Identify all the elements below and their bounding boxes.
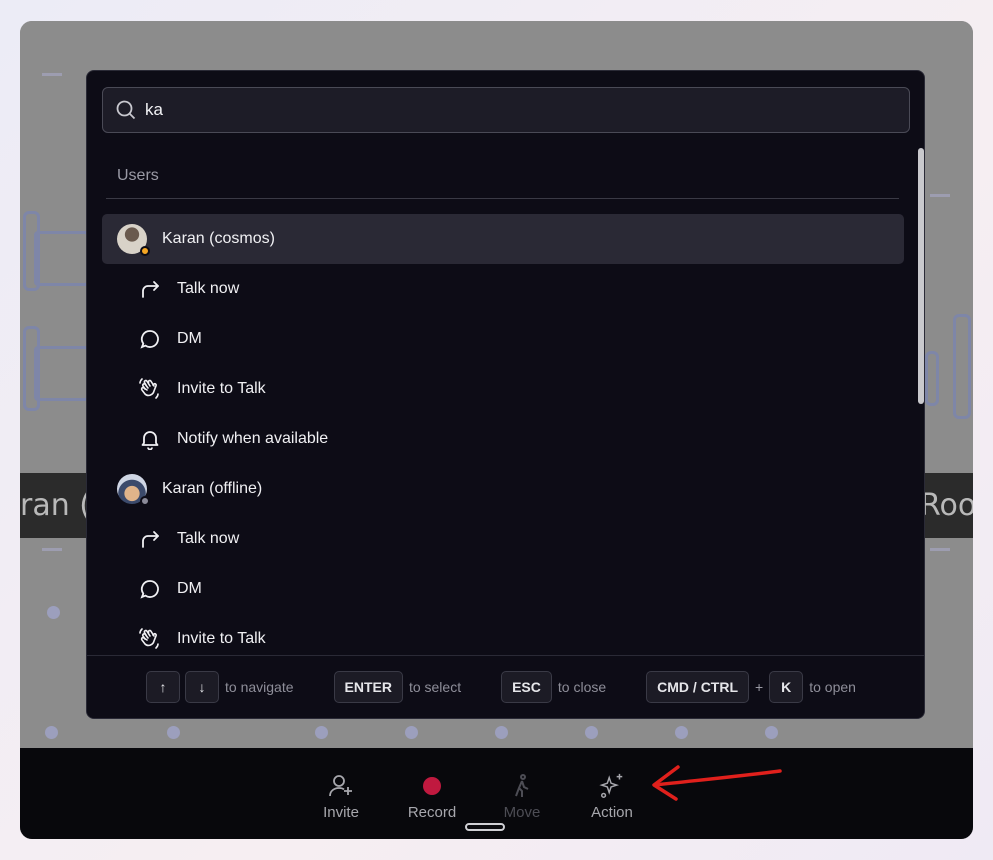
up-key: ↑ xyxy=(146,671,180,703)
wave-hand-icon xyxy=(139,378,159,399)
chair-shape xyxy=(34,346,89,401)
chat-bubble-icon xyxy=(140,580,159,599)
banner-text-left: ran (c xyxy=(20,488,90,523)
k-key: K xyxy=(769,671,804,703)
bottom-toolbar: Invite Record Move Action xyxy=(20,748,973,839)
record-button[interactable]: Record xyxy=(392,772,472,821)
keyboard-hints: ↑ ↓ to navigate ENTER to select ESC to c… xyxy=(87,655,924,718)
bell-icon xyxy=(141,431,159,450)
action-label: Action xyxy=(591,804,633,821)
record-label: Record xyxy=(407,804,457,821)
status-dot xyxy=(140,246,150,256)
action-label: DM xyxy=(177,330,202,347)
chair-shape xyxy=(953,314,971,419)
sparkles-icon xyxy=(599,773,623,798)
scrollbar[interactable] xyxy=(918,148,924,404)
drag-handle[interactable] xyxy=(465,823,505,831)
move-label: Move xyxy=(503,804,541,821)
user-result-karan-offline[interactable]: Karan (offline) xyxy=(102,464,904,514)
action-label: DM xyxy=(177,580,202,597)
hint-select: to select xyxy=(408,679,462,695)
avatar xyxy=(117,224,150,256)
add-user-icon xyxy=(329,775,352,797)
move-button[interactable]: Move xyxy=(482,772,562,821)
action-dm[interactable]: DM xyxy=(102,314,904,364)
banner-text-right: Roor xyxy=(920,488,973,523)
action-button[interactable]: Action xyxy=(572,772,652,821)
action-label: Talk now xyxy=(177,530,240,547)
background-room-banner: Roor xyxy=(920,473,973,538)
invite-button[interactable]: Invite xyxy=(301,772,381,821)
chat-bubble-icon xyxy=(140,330,159,349)
command-palette: Users Karan (cosmos) Talk now DM Invite … xyxy=(86,70,925,719)
action-talk-now[interactable]: Talk now xyxy=(102,514,904,564)
share-arrow-icon xyxy=(142,531,159,548)
action-label: Invite to Talk xyxy=(177,380,266,397)
esc-key: ESC xyxy=(501,671,552,703)
user-name: Karan (offline) xyxy=(162,480,263,497)
section-divider xyxy=(106,198,899,199)
action-label: Notify when available xyxy=(177,430,329,447)
down-key: ↓ xyxy=(185,671,219,703)
avatar xyxy=(117,474,150,506)
enter-key: ENTER xyxy=(333,671,403,703)
section-label-users: Users xyxy=(117,167,159,184)
action-dm[interactable]: DM xyxy=(102,564,904,614)
action-notify-when-available[interactable]: Notify when available xyxy=(102,414,904,464)
plus-sign: + xyxy=(755,679,764,695)
status-dot xyxy=(140,496,150,506)
background-name-banner: ran (c xyxy=(20,473,90,538)
action-label: Invite to Talk xyxy=(177,630,266,647)
action-talk-now[interactable]: Talk now xyxy=(102,264,904,314)
search-box[interactable] xyxy=(102,87,910,133)
record-icon xyxy=(423,777,441,795)
wave-hand-icon xyxy=(139,628,159,649)
search-icon xyxy=(116,100,136,120)
chair-shape xyxy=(925,351,939,406)
cmd-ctrl-key: CMD / CTRL xyxy=(646,671,750,703)
user-result-karan-cosmos[interactable]: Karan (cosmos) xyxy=(102,214,904,264)
user-name: Karan (cosmos) xyxy=(162,230,275,247)
chair-shape xyxy=(34,231,89,286)
action-invite-to-talk[interactable]: Invite to Talk xyxy=(102,364,904,414)
hint-open: to open xyxy=(809,679,856,695)
invite-label: Invite xyxy=(323,804,359,821)
search-input[interactable] xyxy=(145,100,845,120)
walking-person-icon xyxy=(515,774,529,797)
red-arrow-annotation xyxy=(652,765,782,801)
action-label: Talk now xyxy=(177,280,240,297)
share-arrow-icon xyxy=(142,281,159,298)
hint-close: to close xyxy=(557,679,607,695)
hint-navigate: to navigate xyxy=(225,679,294,695)
results-list: Karan (cosmos) Talk now DM Invite to Tal… xyxy=(102,214,904,664)
